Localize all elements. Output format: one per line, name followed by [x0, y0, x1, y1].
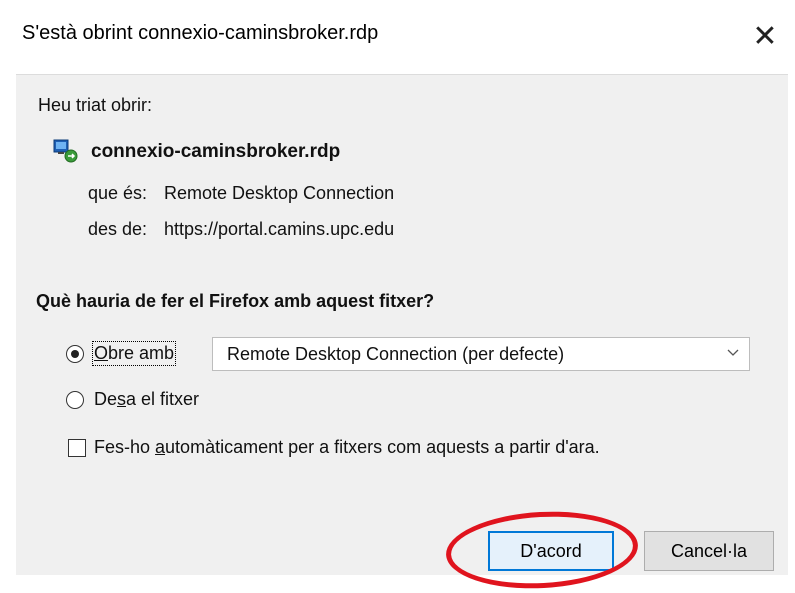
auto-action-checkbox[interactable]: [68, 439, 86, 457]
close-icon[interactable]: ✕: [752, 19, 777, 54]
file-type-key: que és:: [88, 183, 148, 203]
auto-action-label[interactable]: Fes-ho automàticament per a fitxers com …: [94, 437, 600, 458]
open-with-radio[interactable]: [66, 345, 84, 363]
file-name: connexio-caminsbroker.rdp: [91, 141, 341, 162]
title-bar: S'està obrint connexio-caminsbroker.rdp …: [0, 0, 795, 78]
file-type-value: Remote Desktop Connection: [164, 183, 395, 203]
close-button[interactable]: ✕: [735, 8, 795, 64]
chevron-down-icon: [727, 349, 739, 356]
application-select[interactable]: Remote Desktop Connection (per defecte): [212, 337, 750, 371]
save-file-radio[interactable]: [66, 391, 84, 409]
open-with-label[interactable]: Obre amb: [91, 341, 177, 366]
dialog-body: Heu triat obrir: connexio-caminsbroker.r…: [16, 74, 788, 575]
application-select-value: Remote Desktop Connection (per defecte): [227, 344, 565, 364]
chose-label: Heu triat obrir:: [38, 95, 153, 115]
action-question: Què hauria de fer el Firefox amb aquest …: [36, 291, 435, 311]
file-source-value: https://portal.camins.upc.edu: [164, 219, 395, 239]
ok-button[interactable]: D'acord: [488, 531, 614, 571]
remote-desktop-file-icon: [53, 139, 78, 163]
window-title: S'està obrint connexio-caminsbroker.rdp: [22, 22, 379, 44]
save-file-label[interactable]: Desa el fitxer: [94, 389, 199, 410]
file-source-key: des de:: [88, 219, 148, 239]
cancel-button[interactable]: Cancel·la: [644, 531, 774, 571]
